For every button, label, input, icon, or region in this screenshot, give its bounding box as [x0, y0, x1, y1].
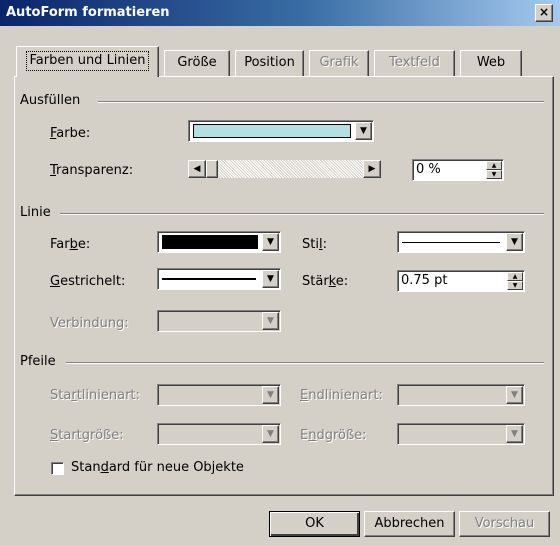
end-size-combo[interactable]: ▼ [397, 423, 525, 445]
dash-label: Gestrichelt: [50, 274, 126, 289]
chevron-down-icon[interactable]: ▼ [506, 386, 523, 404]
tab-textfeld[interactable]: Textfeld [374, 50, 455, 76]
chevron-down-icon[interactable]: ▼ [262, 312, 279, 330]
end-style-label: Endlinienart: [300, 388, 383, 403]
preview-button[interactable]: Vorschau [459, 511, 550, 537]
chevron-down-icon[interactable]: ▼ [506, 233, 523, 251]
line-weight-value: 0.75 pt [401, 273, 448, 288]
chevron-down-icon[interactable]: ▼ [506, 425, 523, 443]
scroll-right-icon[interactable]: ▶ [363, 160, 381, 178]
fill-color-label: Farbe: [50, 126, 91, 141]
chevron-down-icon[interactable]: ▼ [355, 122, 372, 140]
group-divider [98, 101, 544, 103]
window-title: AutoForm formatieren [6, 5, 170, 20]
dialog-window: AutoForm formatieren × Farben und Linien… [0, 0, 560, 545]
connector-label: Verbindung: [50, 316, 129, 331]
tab-label: Position [244, 55, 295, 70]
line-style-label: Stil: [302, 237, 327, 252]
tab-label: Farben und Linien [26, 51, 149, 71]
group-label-line: Linie [20, 205, 51, 220]
group-label-arrows: Pfeile [20, 354, 56, 369]
tab-label: Größe [177, 55, 217, 70]
default-checkbox-label[interactable]: Standard für neue Objekte [71, 460, 244, 475]
chevron-down-icon[interactable]: ▼ [262, 425, 279, 443]
chevron-down-icon[interactable]: ▼ [262, 386, 279, 404]
line-style-sample [402, 242, 500, 243]
default-checkbox[interactable] [51, 462, 64, 475]
line-weight-label: Stärke: [302, 274, 349, 289]
spin-down-icon[interactable]: ▼ [507, 281, 523, 290]
tab-grafik[interactable]: Grafik [309, 50, 369, 76]
close-icon: × [538, 5, 550, 19]
spin-up-icon[interactable]: ▲ [486, 161, 502, 170]
tab-farben-und-linien[interactable]: Farben und Linien [16, 46, 159, 77]
tab-label: Web [476, 55, 506, 70]
line-color-label: Farbe: [50, 237, 91, 252]
transparency-slider[interactable]: ◀ ▶ [188, 160, 381, 178]
group-label-fill: Ausfüllen [20, 93, 81, 108]
fill-color-swatch [193, 124, 351, 138]
cancel-button[interactable]: Abbrechen [364, 511, 455, 537]
tab-label: Grafik [319, 55, 359, 70]
group-divider [66, 362, 544, 364]
slider-thumb[interactable] [206, 160, 218, 178]
end-size-label: Endgröße: [300, 428, 367, 443]
tab-web[interactable]: Web [460, 50, 522, 76]
begin-size-label: Startgröße: [50, 428, 124, 443]
close-button[interactable]: × [535, 4, 553, 22]
chevron-down-icon[interactable]: ▼ [262, 233, 279, 251]
spin-up-icon[interactable]: ▲ [507, 272, 523, 281]
begin-style-combo[interactable]: ▼ [157, 384, 281, 406]
scroll-left-icon[interactable]: ◀ [188, 160, 206, 178]
line-color-combo[interactable]: ▼ [157, 231, 281, 253]
dash-combo[interactable]: ▼ [157, 268, 281, 290]
begin-style-label: Startlinienart: [50, 388, 140, 403]
transparency-label: Transparenz: [50, 163, 134, 178]
chevron-down-icon[interactable]: ▼ [262, 270, 279, 288]
dash-sample [162, 278, 256, 280]
begin-size-combo[interactable]: ▼ [157, 423, 281, 445]
line-weight-spinner[interactable]: 0.75 pt ▲ ▼ [397, 270, 525, 292]
end-style-combo[interactable]: ▼ [397, 384, 525, 406]
fill-color-combo[interactable]: ▼ [188, 120, 374, 142]
line-style-combo[interactable]: ▼ [397, 231, 525, 253]
tab-label: Textfeld [389, 55, 440, 70]
title-bar[interactable]: AutoForm formatieren × [0, 0, 560, 26]
spin-down-icon[interactable]: ▼ [486, 170, 502, 179]
transparency-spinner[interactable]: 0 % ▲ ▼ [412, 159, 504, 181]
tab-groesse[interactable]: Größe [164, 50, 230, 76]
ok-button[interactable]: OK [269, 511, 360, 537]
group-divider [60, 213, 544, 215]
line-color-swatch [162, 235, 258, 249]
transparency-value: 0 % [416, 162, 441, 177]
connector-combo[interactable]: ▼ [157, 310, 281, 332]
tab-position[interactable]: Position [235, 50, 304, 76]
